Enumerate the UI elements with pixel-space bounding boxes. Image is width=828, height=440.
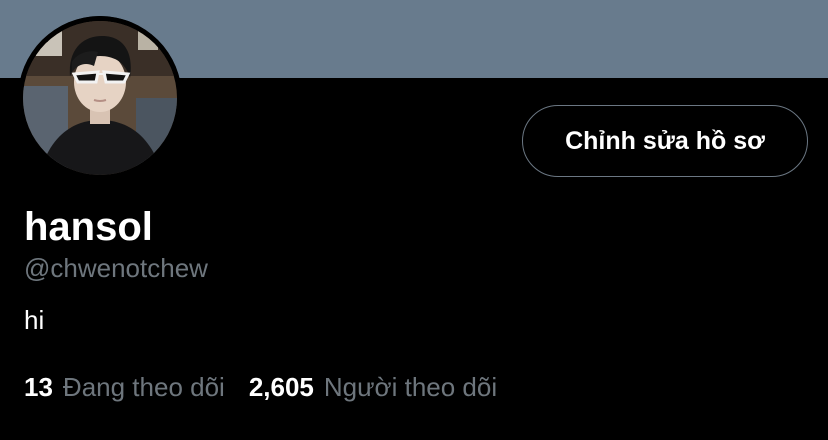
- followers-label: Người theo dõi: [323, 372, 498, 402]
- avatar-photo: [18, 16, 182, 180]
- display-name: hansol: [24, 205, 153, 249]
- followers-count: 2,605: [248, 372, 314, 402]
- edit-profile-button[interactable]: Chỉnh sửa hồ sơ: [522, 105, 808, 177]
- following-link[interactable]: 13 Đang theo dõi: [24, 370, 225, 404]
- avatar[interactable]: [18, 16, 182, 180]
- edit-profile-button-label: Chỉnh sửa hồ sơ: [565, 126, 765, 155]
- following-count: 13: [24, 372, 53, 402]
- follow-stats: 13 Đang theo dõi 2,605 Người theo dõi: [24, 370, 497, 404]
- user-handle: @chwenotchew: [24, 253, 208, 283]
- following-label: Đang theo dõi: [62, 372, 225, 402]
- followers-link[interactable]: 2,605 Người theo dõi: [249, 370, 497, 404]
- profile-page: Chỉnh sửa hồ sơ hansol @chwenotchew hi 1…: [0, 0, 828, 440]
- profile-bio: hi: [24, 305, 45, 335]
